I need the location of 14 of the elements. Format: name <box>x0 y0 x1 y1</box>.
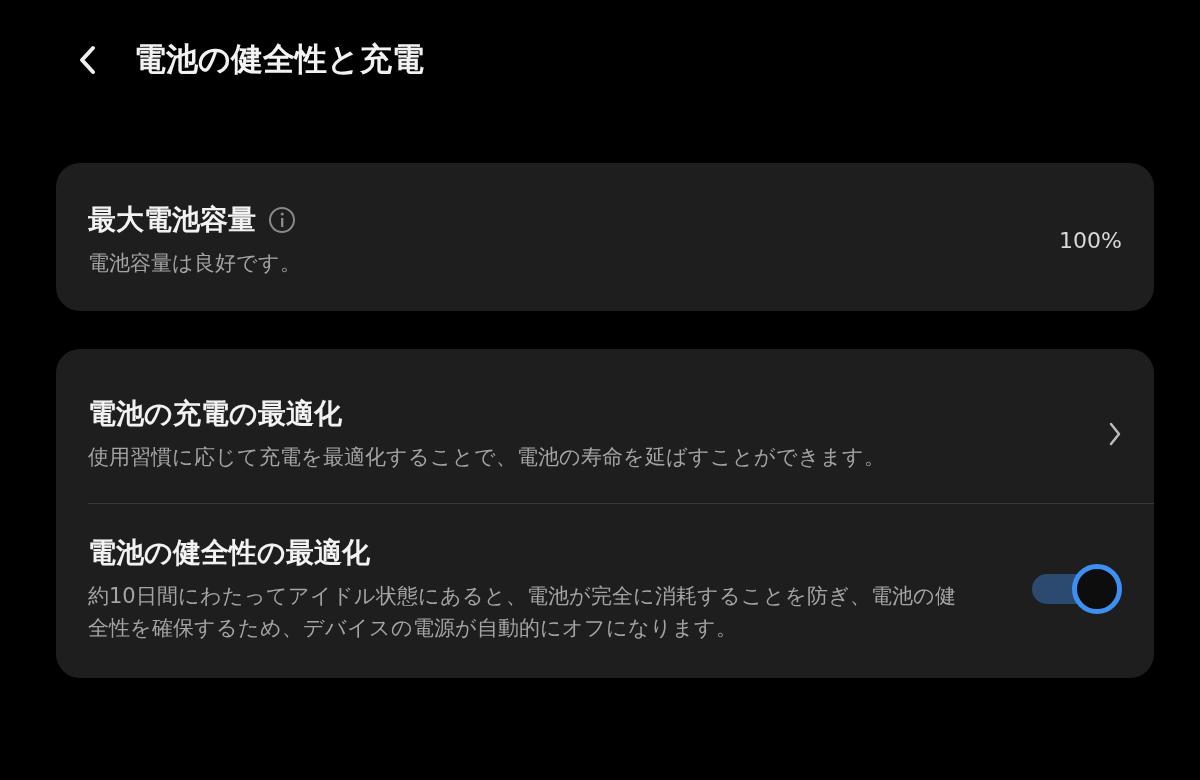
chevron-right-icon <box>1108 421 1122 447</box>
info-icon[interactable] <box>268 206 296 234</box>
setting-description: 電池容量は良好です。 <box>88 250 302 277</box>
setting-description: 使用習慣に応じて充電を最適化することで、電池の寿命を延ばすことができます。 <box>88 444 886 471</box>
setting-row[interactable]: 電池の健全性の最適化 約10日間にわたってアイドル状態にあると、電池が完全に消耗することを防ぎ、電池の健全性を確保するため、デバイスの電源が自動的にオフになります。 <box>56 504 1154 678</box>
toggle-switch[interactable] <box>1032 564 1122 614</box>
setting-description: 約10日間にわたってアイドル状態にあると、電池が完全に消耗することを防ぎ、電池の健全性を確保するため、デバイスの電源が自動的にオフになります。 <box>88 583 957 642</box>
page-title: 電池の健全性と充電 <box>134 39 424 80</box>
back-icon[interactable] <box>78 45 96 75</box>
setting-row[interactable]: 電池の充電の最適化 使用習慣に応じて充電を最適化することで、電池の寿命を延ばすことができます。 <box>56 349 1154 503</box>
capacity-value: 100% <box>1059 227 1122 253</box>
setting-title: 電池の充電の最適化 <box>88 396 343 432</box>
setting-title: 電池の健全性の最適化 <box>88 535 371 571</box>
setting-title: 最大電池容量 <box>88 202 256 238</box>
